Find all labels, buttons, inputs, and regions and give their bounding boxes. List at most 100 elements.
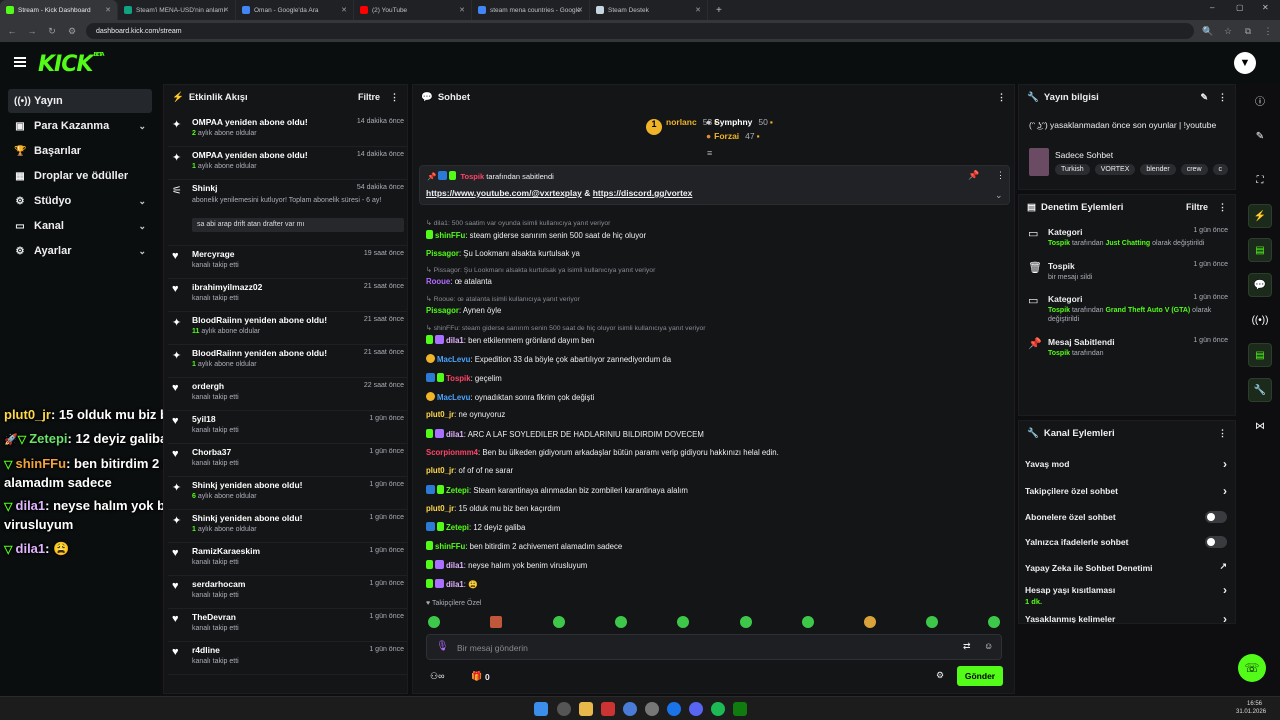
chat-username[interactable]: MacLevu (437, 355, 470, 364)
discord-icon[interactable] (689, 702, 703, 716)
translate-icon[interactable]: ⇄ (963, 641, 971, 652)
new-tab-button[interactable]: + (716, 5, 722, 16)
chat-username[interactable]: plut0_jr (426, 410, 454, 419)
info-icon[interactable]: ⓘ (1248, 88, 1272, 112)
tag-chip[interactable]: blender (1140, 164, 1176, 175)
chat-username[interactable]: dila1 (446, 336, 464, 345)
chat-message[interactable]: shinFFu: ben bitirdim 2 achivement alama… (426, 541, 622, 551)
toggle-switch[interactable] (1205, 536, 1227, 548)
channel-action-item[interactable]: Hesap yaşı kısıtlaması 1 dk. › (1025, 583, 1231, 606)
search-icon[interactable] (557, 702, 571, 716)
emote-icon[interactable] (615, 616, 627, 628)
close-tab-icon[interactable]: ✕ (577, 6, 583, 14)
activity-item[interactable]: ♥ TheDevran 1 gün önce kanalı takip etti (168, 609, 407, 642)
chrome-icon[interactable] (667, 702, 681, 716)
mod-list-icon[interactable]: ▤ (1248, 343, 1272, 367)
chevron-down-icon[interactable]: ⌄ (138, 196, 146, 207)
tag-chip[interactable]: crew (1180, 164, 1208, 175)
channel-more-icon[interactable]: ⋮ (1218, 428, 1227, 439)
chat-username[interactable]: MacLevu (437, 393, 470, 402)
mod-more-icon[interactable]: ⋮ (1218, 202, 1227, 213)
chevron-right-icon[interactable]: › (1223, 484, 1227, 498)
pinned-link-youtube[interactable]: https://www.youtube.com/@vxrtexplay (426, 188, 582, 198)
stream-info-more-icon[interactable]: ⋮ (1218, 92, 1227, 103)
activity-item[interactable]: ✦ OMPAA yeniden abone oldu! 14 dakika önce… (168, 147, 407, 180)
pinned-more-icon[interactable]: ⋮ (996, 170, 1005, 181)
gift-box-icon[interactable]: 🎁 (471, 671, 482, 682)
activity-item[interactable]: ♥ RamizKaraeskim 1 gün önce kanalı takip et… (168, 543, 407, 576)
emote-icon[interactable] (553, 616, 565, 628)
emote-icon[interactable] (802, 616, 814, 628)
chevron-right-icon[interactable]: › (1223, 612, 1227, 623)
chat-message[interactable]: dila1: 😩 (426, 579, 478, 589)
activity-item[interactable]: ✦ BloodRaiinn yeniden abone oldu! 21 saat … (168, 345, 407, 378)
sidebar-item-4[interactable]: ⚙ Stüdyo ⌄ (8, 189, 152, 213)
chat-username[interactable]: shinFFu (435, 231, 465, 240)
chat-username[interactable]: Pissagor (426, 306, 459, 315)
mod-action-item[interactable]: 📌 Mesaj Sabitlendi 1 gün önce Tospik tarafı… (1028, 337, 1228, 367)
activity-item[interactable]: ✦ BloodRaiinn yeniden abone oldu! 21 saat … (168, 312, 407, 345)
chat-message[interactable]: MacLevu: Expedition 33 da böyle çok abar… (426, 354, 671, 364)
chat-toggle-icon[interactable]: 💬 (1248, 273, 1272, 297)
emote-icon[interactable] (677, 616, 689, 628)
activity-item[interactable]: ♥ serdarhocam 1 gün önce kanalı takip etti (168, 576, 407, 609)
chat-username[interactable]: Pissagor (426, 249, 459, 258)
unpin-icon[interactable]: 📌 (968, 170, 979, 181)
support-chat-icon[interactable]: ☏ (1238, 654, 1266, 682)
chat-message[interactable]: Rooue: œ atalanta (426, 277, 492, 286)
windows-start-icon[interactable] (534, 702, 548, 716)
sidebar-item-3[interactable]: ▦ Droplar ve ödüller (8, 164, 152, 188)
browser-tab[interactable]: Steam Destek ✕ (590, 0, 708, 20)
mod-filter-button[interactable]: Filtre (1186, 202, 1208, 212)
channel-action-item[interactable]: Abonelere özel sohbet (1025, 511, 1231, 532)
emote-icon[interactable] (740, 616, 752, 628)
queue-icon[interactable]: ▤ (1248, 238, 1272, 262)
chat-username[interactable]: Zetepi (446, 523, 469, 532)
activity-item[interactable]: ♥ Chorba37 1 gün önce kanalı takip etti (168, 444, 407, 477)
activity-item[interactable]: ♥ 5yil18 1 gün önce kanalı takip etti (168, 411, 407, 444)
chat-username[interactable]: Zetepi (446, 486, 469, 495)
emote-icon[interactable] (988, 616, 1000, 628)
chat-username[interactable]: dila1 (446, 580, 464, 589)
forward-icon[interactable]: → (26, 26, 38, 36)
sidebar-item-2[interactable]: 🏆 Başarılar (8, 139, 152, 163)
fullscreen-icon[interactable]: ⛶ (1248, 168, 1272, 192)
emote-icon[interactable] (926, 616, 938, 628)
pinned-expand-icon[interactable]: ⌄ (995, 190, 1003, 201)
chat-message[interactable]: dila1: ben etkilenmem grönland dayım ben (426, 335, 594, 345)
emote-icon[interactable] (864, 616, 876, 628)
chat-username[interactable]: Rooue (426, 277, 450, 286)
sidebar-item-6[interactable]: ⚙ Ayarlar ⌄ (8, 239, 152, 263)
share-icon[interactable]: ⋈ (1248, 414, 1272, 438)
close-tab-icon[interactable]: ✕ (459, 6, 465, 14)
close-tab-icon[interactable]: ✕ (223, 6, 229, 14)
emote-icon[interactable] (490, 616, 502, 628)
leaderboard-entry[interactable]: ● Forzai 47 ▪ (706, 131, 760, 141)
chat-username[interactable]: Scorpionmm4 (426, 448, 478, 457)
browser-tab[interactable]: Steam'i MENA-USD'nin anlamı ✕ (118, 0, 236, 20)
sidebar-item-0[interactable]: ((•)) Yayın (8, 89, 152, 113)
tag-chip[interactable]: Turkish (1055, 164, 1090, 175)
channel-action-item[interactable]: Yalnızca ifadelerle sohbet (1025, 536, 1231, 557)
pinned-link-discord[interactable]: https://discord.gg/vortex (593, 188, 693, 198)
tools-icon[interactable]: 🔧 (1248, 378, 1272, 402)
bookmark-icon[interactable]: ☆ (1222, 26, 1234, 37)
xbox-icon[interactable] (733, 702, 747, 716)
broadcast-icon[interactable]: ((•)) (1248, 308, 1272, 332)
chat-username[interactable]: dila1 (446, 430, 464, 439)
chevron-down-icon[interactable]: ⌄ (138, 121, 146, 132)
chat-message[interactable]: Pissagor: Aynen öyle (426, 306, 501, 315)
close-window-icon[interactable]: ✕ (1262, 3, 1269, 12)
chat-message[interactable]: Zetepi: 12 deyiz galiba (426, 522, 525, 532)
browser-tab[interactable]: Stream - Kick Dashboard ✕ (0, 0, 118, 20)
browser-tab[interactable]: Oman - Google'da Ara ✕ (236, 0, 354, 20)
app-icon-1[interactable] (601, 702, 615, 716)
chat-settings-icon[interactable]: ⚙ (936, 670, 944, 681)
browser-tab[interactable]: (2) YouTube ✕ (354, 0, 472, 20)
kick-logo[interactable]: KICKBETA (38, 52, 105, 77)
file-explorer-icon[interactable] (579, 702, 593, 716)
hamburger-menu-icon[interactable] (14, 57, 26, 67)
microphone-icon[interactable]: 🎙 (436, 641, 449, 652)
chat-username[interactable]: dila1 (446, 561, 464, 570)
sidebar-item-5[interactable]: ▭ Kanal ⌄ (8, 214, 152, 238)
